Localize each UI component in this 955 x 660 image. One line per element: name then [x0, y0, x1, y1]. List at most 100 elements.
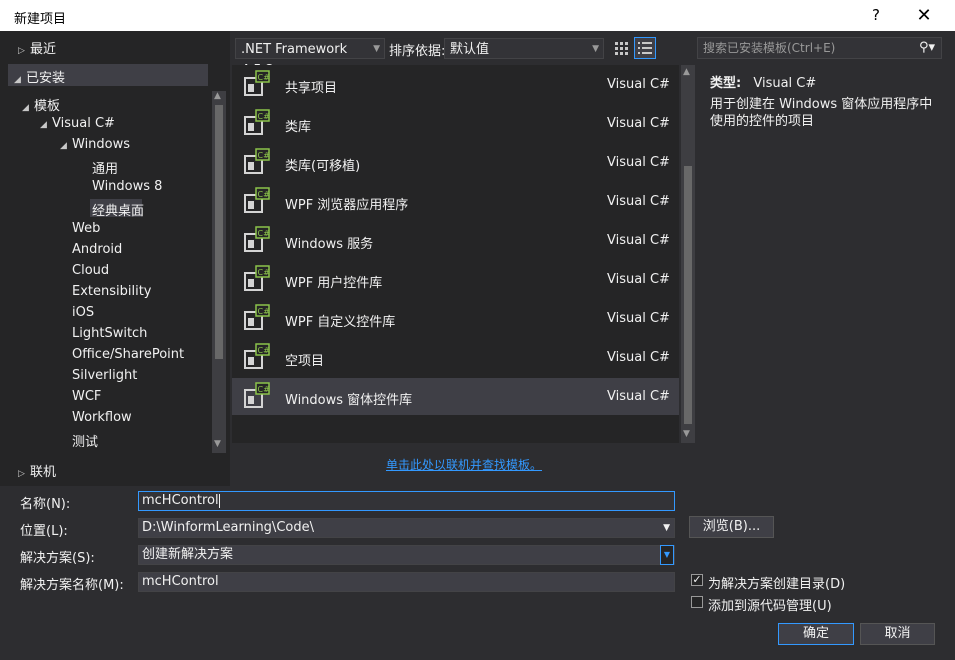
tree-item[interactable]: 测试: [60, 431, 98, 450]
close-button[interactable]: ✕: [900, 0, 948, 31]
tree-item-label: Workflow: [72, 410, 132, 425]
source-control-checkbox[interactable]: [691, 596, 703, 608]
chevron-down-icon[interactable]: ▼: [663, 519, 670, 537]
tree-item[interactable]: iOS: [60, 305, 94, 320]
cancel-button[interactable]: 取消: [860, 623, 935, 645]
solution-name-value: mcHControl: [142, 574, 219, 589]
framework-dropdown[interactable]: .NET Framework 4.5.2▼: [235, 38, 385, 78]
create-directory-checkbox[interactable]: ✓: [691, 574, 703, 586]
tree-item[interactable]: Silverlight: [60, 368, 137, 383]
winforms-control-icon: C#: [242, 382, 270, 410]
template-item[interactable]: C# Windows 服务 Visual C#: [232, 222, 679, 259]
template-item[interactable]: C# 类库(可移植) Visual C#: [232, 144, 679, 181]
template-item[interactable]: C# 类库 Visual C#: [232, 105, 679, 142]
chevron-down-icon: ▼: [373, 44, 380, 54]
title-bar: 新建项目 ? ✕: [0, 0, 955, 31]
tree-item[interactable]: 经典桌面: [80, 200, 144, 219]
template-description: 用于创建在 Windows 窗体应用程序中使用的控件的项目: [710, 97, 933, 129]
browse-button[interactable]: 浏览(B)...: [689, 516, 774, 538]
template-name: 类库(可移植): [285, 159, 361, 174]
solution-value: 创建新解决方案: [142, 547, 234, 562]
installed-node[interactable]: ◢ 已安装: [14, 67, 65, 86]
list-scroll-thumb[interactable]: [684, 166, 692, 424]
tree-item-label: Android: [72, 242, 123, 257]
template-language: Visual C#: [607, 389, 670, 404]
tree-item[interactable]: Android: [60, 242, 122, 257]
svg-text:C#: C#: [258, 190, 271, 199]
sort-dropdown[interactable]: 默认值 ▼: [444, 38, 604, 59]
tree-item[interactable]: Extensibility: [60, 284, 152, 299]
search-icon[interactable]: ⚲▾: [919, 38, 935, 58]
solution-name-label: 解决方案名称(M):: [20, 578, 124, 593]
grid-view-icon[interactable]: [612, 39, 630, 57]
tree-item[interactable]: Windows 8: [80, 179, 162, 194]
template-item[interactable]: C# WPF 浏览器应用程序 Visual C#: [232, 183, 679, 220]
tree-item-label: 经典桌面: [92, 204, 145, 219]
svg-text:C#: C#: [258, 268, 271, 277]
class-library-icon: C#: [242, 109, 270, 137]
tree-item-label: 通用: [92, 162, 119, 177]
scroll-up-icon[interactable]: ▲: [683, 67, 690, 77]
sort-label: 排序依据:: [389, 44, 446, 59]
template-name: WPF 浏览器应用程序: [285, 198, 409, 213]
tree-item[interactable]: 通用: [80, 158, 118, 177]
tree-item[interactable]: ◢ 模板: [22, 95, 60, 114]
expand-arrow-icon: ▷: [18, 469, 25, 479]
create-directory-label[interactable]: 为解决方案创建目录(D): [708, 573, 845, 592]
template-item[interactable]: C# 共享项目 Visual C#: [232, 66, 679, 103]
template-name: Windows 窗体控件库: [285, 393, 413, 408]
template-item[interactable]: C# WPF 自定义控件库 Visual C#: [232, 300, 679, 337]
type-value: Visual C#: [753, 76, 817, 91]
scroll-down-icon[interactable]: ▼: [214, 439, 221, 449]
list-scrollbar[interactable]: ▲ ▼: [681, 65, 695, 443]
template-name: WPF 用户控件库: [285, 276, 383, 291]
tree-item-label: Silverlight: [72, 368, 138, 383]
online-templates-link[interactable]: 单击此处以联机并查找模板。: [386, 456, 542, 473]
online-node[interactable]: ▷ 联机: [18, 461, 56, 480]
scroll-down-icon[interactable]: ▼: [683, 429, 690, 439]
search-placeholder: 搜索已安装模板(Ctrl+E): [703, 41, 836, 55]
location-combo[interactable]: D:\WinformLearning\Code\ ▼: [138, 518, 675, 538]
tree-item[interactable]: Cloud: [60, 263, 109, 278]
tree-item-label: 测试: [72, 435, 99, 450]
template-item[interactable]: C# Windows 窗体控件库 Visual C#: [232, 378, 679, 415]
solution-name-input[interactable]: mcHControl: [138, 572, 675, 592]
tree-item[interactable]: Office/SharePoint: [60, 347, 184, 362]
tree-item[interactable]: Workflow: [60, 410, 132, 425]
list-view-icon[interactable]: [634, 37, 656, 59]
online-label: 联机: [30, 465, 57, 480]
project-name-input[interactable]: mcHControl: [138, 491, 675, 511]
tree-item[interactable]: WCF: [60, 389, 101, 404]
solution-dropdown[interactable]: 创建新解决方案 ▼: [138, 545, 675, 565]
help-button[interactable]: ?: [872, 6, 880, 24]
chevron-down-icon[interactable]: ▼: [660, 545, 674, 565]
ok-button[interactable]: 确定: [778, 623, 854, 645]
template-language: Visual C#: [607, 311, 670, 326]
tree-item-label: Visual C#: [52, 116, 115, 131]
wpf-user-control-icon: C#: [242, 265, 270, 293]
name-label: 名称(N):: [20, 497, 71, 512]
tree-item[interactable]: LightSwitch: [60, 326, 147, 341]
source-control-label[interactable]: 添加到源代码管理(U): [708, 595, 832, 614]
scroll-up-icon[interactable]: ▲: [214, 91, 221, 101]
recent-node[interactable]: ▷ 最近: [18, 38, 56, 57]
tree-item[interactable]: ◢ Visual C#: [40, 116, 115, 131]
template-item[interactable]: C# 空项目 Visual C#: [232, 339, 679, 376]
text-caret: [218, 493, 220, 508]
tree-item-label: Extensibility: [72, 284, 152, 299]
tree-scroll-thumb[interactable]: [215, 105, 223, 359]
tree-item[interactable]: Web: [60, 221, 100, 236]
template-name: Windows 服务: [285, 237, 374, 252]
template-item[interactable]: C# WPF 用户控件库 Visual C#: [232, 261, 679, 298]
empty-project-icon: C#: [242, 343, 270, 371]
search-input[interactable]: 搜索已安装模板(Ctrl+E) ⚲▾: [697, 37, 942, 59]
location-label: 位置(L):: [20, 524, 68, 539]
template-name: 共享项目: [285, 81, 338, 96]
tree-item[interactable]: ◢ Windows: [60, 137, 130, 152]
svg-text:C#: C#: [258, 385, 271, 394]
window-title: 新建项目: [14, 12, 67, 27]
portable-library-icon: C#: [242, 148, 270, 176]
tree-scrollbar[interactable]: ▲ ▼: [212, 91, 226, 453]
type-label: 类型:: [710, 76, 742, 91]
template-name: WPF 自定义控件库: [285, 315, 396, 330]
